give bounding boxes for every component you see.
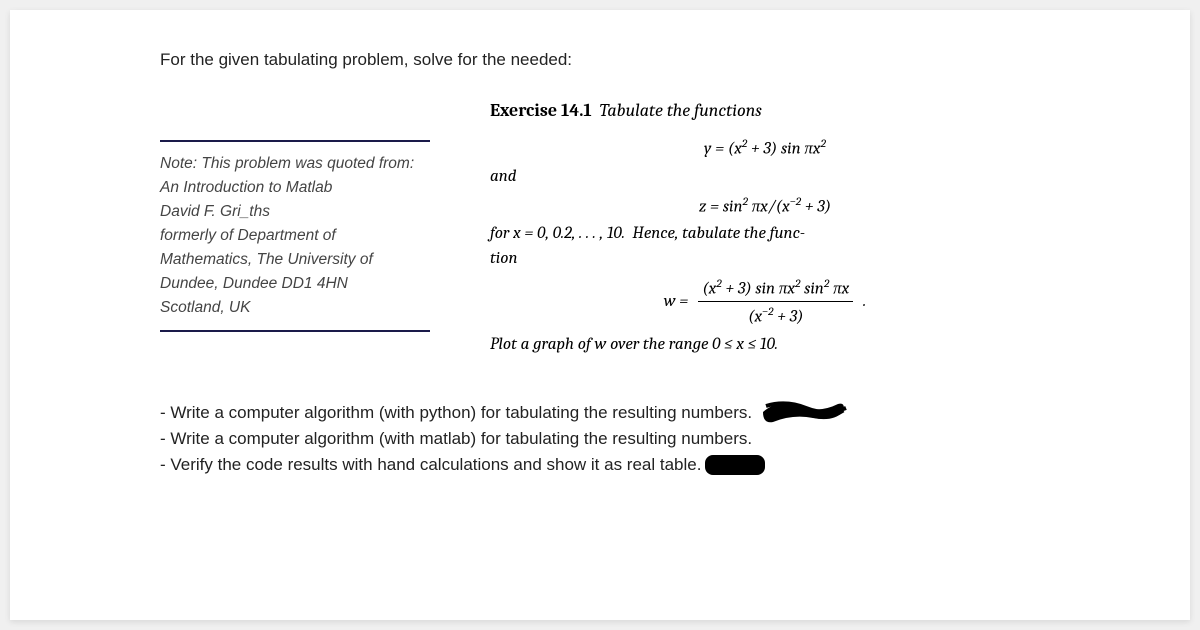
exercise-number: Exercise 14.1 [490,100,592,121]
task-list: - Write a computer algorithm (with pytho… [160,400,1040,478]
intro-text: For the given tabulating problem, solve … [160,50,1040,70]
plot-instruction: Plot a graph of w over the range 0 ≤ x ≤… [490,335,1040,354]
note-line: An Introduction to Matlab [160,176,430,200]
equation-z: z = sin2 πx/(x−2 + 3) [490,194,1040,217]
two-column-layout: Note: This problem was quoted from: An I… [160,100,1040,360]
for-x-range: for x = 0, 0.2, . . . , 10. Hence, tabul… [490,224,1040,243]
document-page: For the given tabulating problem, solve … [10,10,1190,620]
note-line: Mathematics, The University of [160,248,430,272]
note-line: formerly of Department of [160,224,430,248]
divider-top [160,140,430,142]
equation-y: y = (x2 + 3) sin πx2 [490,136,1040,159]
task-item: - Write a computer algorithm (with pytho… [160,400,1040,427]
note-line: Note: This problem was quoted from: [160,152,430,176]
note-line: Dundee, Dundee DD1 4HN [160,272,430,296]
redaction-mark [763,400,843,426]
note-line: David F. Gri_ths [160,200,430,224]
equation-w: w = (x2 + 3) sin πx2 sin2 πx (x−2 + 3) . [490,276,1040,326]
exercise-subtitle: Tabulate the functions [600,100,762,121]
divider-bottom [160,330,430,332]
task-item: - Write a computer algorithm (with matla… [160,426,1040,452]
redaction-mark [705,455,765,475]
task-item: - Verify the code results with hand calc… [160,452,1040,478]
citation-note: Note: This problem was quoted from: An I… [160,100,430,360]
note-line: Scotland, UK [160,296,430,320]
exercise-block: Exercise 14.1 Tabulate the functions y =… [490,100,1040,360]
tion-word: tion [490,249,1040,268]
and-word: and [490,167,1040,186]
